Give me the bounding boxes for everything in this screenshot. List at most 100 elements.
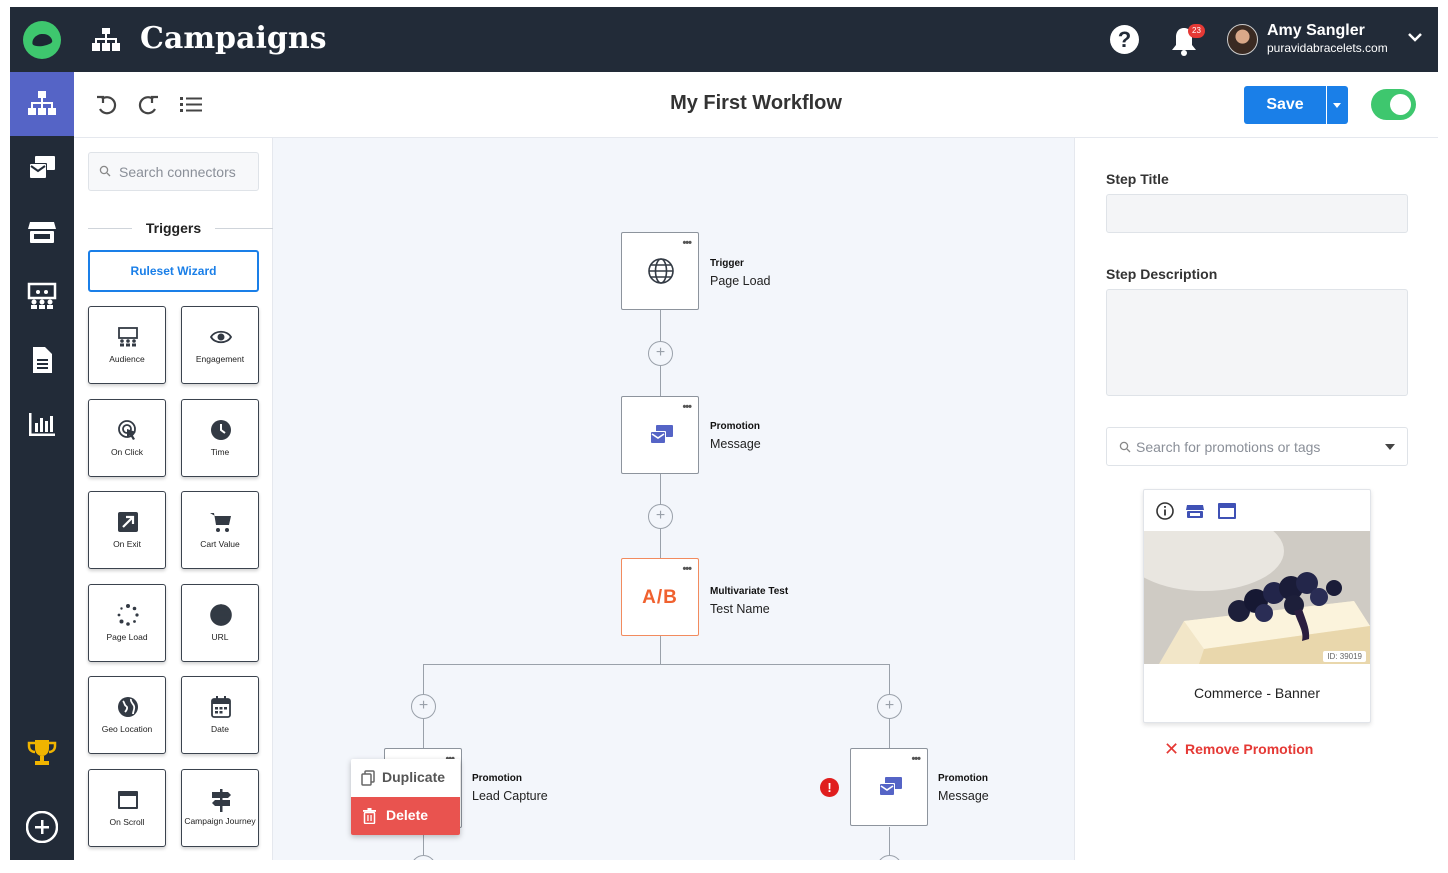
tile-label: On Click xyxy=(110,447,144,457)
workflow-node-trigger[interactable]: ••• xyxy=(621,232,699,310)
store-icon[interactable] xyxy=(1185,501,1205,521)
add-step-button[interactable]: + xyxy=(877,694,902,719)
tile-label: On Exit xyxy=(113,539,141,549)
divider xyxy=(215,228,273,229)
node-menu-icon[interactable]: ••• xyxy=(682,563,692,575)
workflow-node-multivariate-test[interactable]: ••• A/B xyxy=(621,558,699,636)
clock-icon xyxy=(211,420,231,440)
trigger-tile-audience[interactable]: Audience xyxy=(88,306,166,384)
trigger-tile-on-click[interactable]: On Click xyxy=(88,399,166,477)
delete-label: Delete xyxy=(386,807,429,823)
remove-promotion-label: Remove Promotion xyxy=(1185,741,1314,757)
connector-search[interactable] xyxy=(88,152,259,191)
rail-item-workflows[interactable] xyxy=(10,72,74,136)
trigger-tile-on-exit[interactable]: On Exit xyxy=(88,491,166,569)
promotion-search[interactable] xyxy=(1106,427,1408,466)
trigger-tile-on-scroll[interactable]: On Scroll xyxy=(88,769,166,847)
ruleset-wizard-button[interactable]: Ruleset Wizard xyxy=(88,250,259,292)
trigger-tile-date[interactable]: Date xyxy=(181,676,259,754)
trigger-tile-url[interactable]: URL xyxy=(181,584,259,662)
duplicate-menu-item[interactable]: Duplicate xyxy=(351,759,460,797)
remove-promotion-button[interactable]: ✕ Remove Promotion xyxy=(1164,740,1314,758)
delete-menu-item[interactable]: Delete xyxy=(351,797,460,835)
tile-label: Time xyxy=(210,447,230,457)
node-context-menu: Duplicate Delete xyxy=(351,759,460,835)
add-step-button[interactable]: + xyxy=(877,855,902,860)
workflow-node-promotion-message[interactable]: ••• xyxy=(850,748,928,826)
close-icon: ✕ xyxy=(1164,739,1180,759)
step-title-label: Step Title xyxy=(1106,171,1169,187)
rail-item-promotions[interactable] xyxy=(10,136,74,200)
redo-icon[interactable] xyxy=(135,92,161,118)
banner-icon[interactable] xyxy=(1217,501,1237,521)
node-menu-icon[interactable]: ••• xyxy=(682,237,692,249)
left-rail xyxy=(10,7,74,860)
tile-label: On Scroll xyxy=(109,817,145,827)
page-title: Campaigns xyxy=(140,21,327,56)
globe-icon xyxy=(648,258,674,284)
workflow-enabled-toggle[interactable] xyxy=(1371,89,1416,120)
step-description-input[interactable] xyxy=(1106,289,1408,396)
add-step-button[interactable]: + xyxy=(648,504,673,529)
trophy-icon xyxy=(27,740,57,765)
user-avatar[interactable] xyxy=(1227,24,1258,55)
rail-item-add[interactable] xyxy=(10,795,74,859)
undo-icon[interactable] xyxy=(94,92,120,118)
tile-label: URL xyxy=(211,632,229,642)
help-icon[interactable]: ? xyxy=(1110,25,1139,54)
chevron-down-icon[interactable] xyxy=(1407,29,1423,45)
duplicate-label: Duplicate xyxy=(382,769,446,785)
scroll-icon xyxy=(118,791,138,809)
list-icon[interactable] xyxy=(178,92,204,118)
trigger-tile-time[interactable]: Time xyxy=(181,399,259,477)
tile-label: Cart Value xyxy=(200,539,240,549)
node-name-label: Lead Capture xyxy=(472,789,548,803)
step-title-input[interactable] xyxy=(1106,194,1408,233)
workflow-icon xyxy=(92,28,120,51)
node-type-label: Multivariate Test xyxy=(710,586,789,597)
promotion-id-tag: ID: 39019 xyxy=(1323,651,1366,662)
ab-test-badge: A/B xyxy=(642,587,678,608)
rail-item-audience[interactable] xyxy=(10,264,74,328)
notification-count-badge: 23 xyxy=(1188,24,1205,38)
workflow-title[interactable]: My First Workflow xyxy=(74,92,1438,115)
workflow-node-promotion[interactable]: ••• xyxy=(621,396,699,474)
promotion-icon xyxy=(650,425,673,444)
error-icon[interactable]: ! xyxy=(820,778,839,797)
node-name-label: Message xyxy=(710,437,761,451)
node-menu-icon[interactable]: ••• xyxy=(911,753,921,765)
trigger-tile-engagement[interactable]: Engagement xyxy=(181,306,259,384)
connector-search-input[interactable] xyxy=(119,161,254,183)
analytics-icon xyxy=(29,413,55,436)
rail-item-rewards[interactable] xyxy=(10,720,74,784)
tile-label: Page Load xyxy=(106,632,148,642)
step-description-label: Step Description xyxy=(1106,266,1218,282)
add-step-button[interactable]: + xyxy=(411,694,436,719)
node-menu-icon[interactable]: ••• xyxy=(682,401,692,413)
trigger-tile-geo-location[interactable]: Geo Location xyxy=(88,676,166,754)
document-icon xyxy=(33,347,52,373)
save-button[interactable]: Save xyxy=(1244,86,1326,124)
trigger-tile-cart-value[interactable]: Cart Value xyxy=(181,491,259,569)
rail-item-documents[interactable] xyxy=(10,328,74,392)
info-icon[interactable] xyxy=(1155,501,1175,521)
brand-logo[interactable] xyxy=(23,21,61,59)
promotion-card[interactable]: ID: 39019 Commerce - Banner xyxy=(1143,489,1371,723)
workflow-canvas[interactable]: + + + + + + ••• Trigger Page Load ••• Pr… xyxy=(273,138,1074,860)
user-name[interactable]: Amy Sangler xyxy=(1267,22,1365,40)
chevron-down-icon[interactable] xyxy=(1385,444,1395,450)
tile-label: Geo Location xyxy=(101,724,153,734)
save-options-dropdown[interactable] xyxy=(1327,86,1348,124)
add-step-button[interactable]: + xyxy=(648,341,673,366)
trash-icon xyxy=(363,808,376,824)
trigger-tile-page-load[interactable]: Page Load xyxy=(88,584,166,662)
promotion-search-input[interactable] xyxy=(1136,436,1376,458)
rail-item-analytics[interactable] xyxy=(10,392,74,456)
globe-icon xyxy=(210,604,232,626)
trigger-tile-campaign-journey[interactable]: Campaign Journey xyxy=(181,769,259,847)
geo-icon xyxy=(118,697,138,717)
store-icon xyxy=(28,222,56,243)
rail-item-store[interactable] xyxy=(10,200,74,264)
add-step-button[interactable]: + xyxy=(411,855,436,860)
node-name-label: Page Load xyxy=(710,274,771,288)
